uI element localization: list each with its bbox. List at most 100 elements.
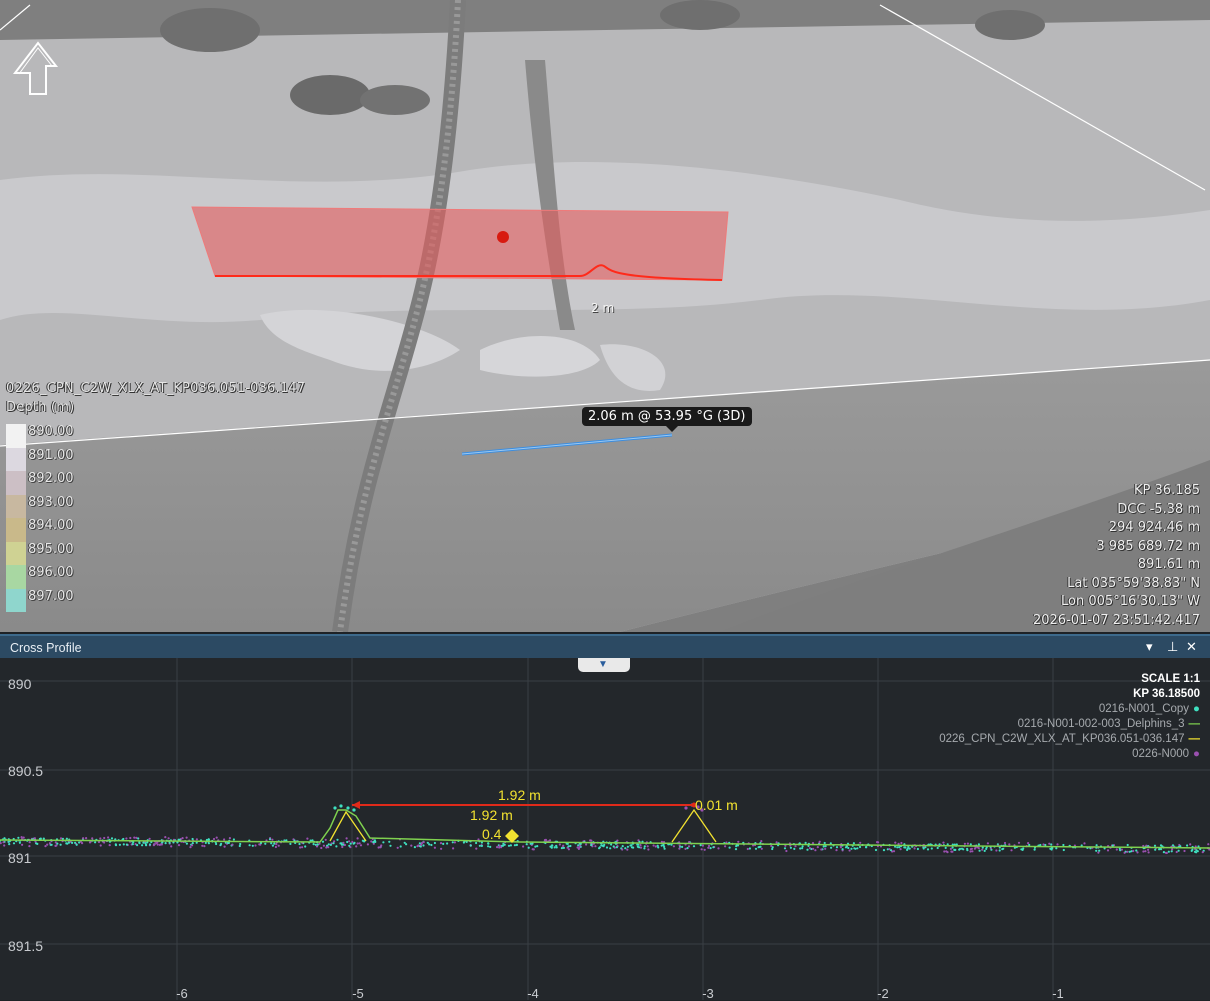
chevron-down-icon[interactable]: ▾: [1146, 639, 1153, 655]
pin-icon[interactable]: ⊥: [1167, 639, 1178, 655]
sounding-point: [578, 846, 581, 849]
sounding-point: [612, 845, 615, 848]
y-tick-label: 890: [8, 676, 32, 692]
legend-item[interactable]: 0216-N001_Copy ●: [939, 702, 1200, 717]
sounding-point: [974, 846, 977, 849]
sounding-point: [273, 842, 276, 845]
sounding-point: [353, 841, 356, 844]
sounding-point: [396, 846, 399, 849]
sounding-point: [122, 837, 125, 841]
sounding-point: [304, 845, 307, 848]
close-icon[interactable]: ✕: [1186, 639, 1197, 655]
north-arrow-icon[interactable]: [10, 38, 60, 98]
sounding-point: [212, 837, 216, 841]
sounding-point: [433, 846, 436, 849]
sounding-point: [201, 844, 204, 847]
sounding-point: [576, 846, 579, 849]
sounding-point: [133, 836, 136, 839]
sounding-point: [684, 847, 687, 850]
sounding-point: [590, 839, 593, 842]
sounding-point: [1062, 848, 1065, 852]
sounding-point: [1201, 851, 1204, 854]
sounding-point: [322, 844, 325, 847]
sounding-point: [122, 843, 125, 846]
sounding-point: [892, 850, 896, 853]
sounding-point: [888, 848, 891, 851]
sounding-point: [410, 844, 413, 847]
legend-row: 893.00: [6, 494, 86, 518]
sounding-point: [1142, 850, 1145, 853]
sounding-point: [99, 844, 102, 847]
terrain-surface[interactable]: [0, 0, 1210, 632]
scale-label: SCALE 1:1: [1141, 673, 1200, 685]
sounding-point: [1033, 848, 1036, 851]
sounding-point: [814, 849, 817, 852]
sounding-point: [0, 842, 2, 845]
sounding-point: [916, 847, 920, 851]
depth-legend: 890.00 891.00 892.00 893.00 894.00 895.00 896.…: [6, 424, 86, 612]
legend-label: 895.00: [28, 541, 74, 557]
sounding-point: [223, 838, 226, 841]
sounding-point: [238, 844, 241, 848]
legend-swatch: [6, 447, 26, 471]
legend-item-name: 0226_CPN_C2W_XLX_AT_KP036.051-036.147: [939, 733, 1185, 745]
sounding-point: [775, 841, 778, 844]
sounding-point: [442, 842, 445, 845]
sounding-point: [1153, 844, 1157, 847]
collapse-button[interactable]: ▼: [578, 658, 630, 672]
sounding-point: [981, 848, 984, 851]
sounding-point: [131, 843, 134, 846]
sounding-point: [420, 843, 423, 846]
sounding-point: [299, 846, 302, 849]
sounding-point: [735, 845, 738, 848]
sounding-point: [28, 845, 31, 848]
sounding-point: [223, 845, 226, 848]
sounding-point: [626, 845, 630, 848]
sounding-point: [469, 844, 472, 847]
sounding-point: [144, 843, 148, 846]
sounding-point: [268, 838, 272, 841]
sounding-point: [91, 837, 94, 840]
sounding-point: [108, 844, 111, 847]
sounding-point: [137, 837, 140, 840]
sounding-point: [65, 837, 68, 840]
legend-item-mark: —: [1188, 733, 1201, 745]
sounding-point: [771, 847, 774, 851]
sounding-point: [672, 845, 676, 848]
sounding-point: [998, 849, 1001, 852]
sounding-point: [943, 850, 946, 853]
legend-item[interactable]: 0216-N001-002-003_Delphins_3—: [939, 717, 1200, 732]
sounding-point: [22, 836, 25, 839]
sounding-point: [824, 845, 827, 848]
cross-profile-chart[interactable]: ▼ 890 890.5 891 891.5 -6 -5 -4 -3 -2 -1 …: [0, 658, 1210, 1001]
legend-item[interactable]: 0226-N000 ●: [939, 747, 1200, 762]
y-tick-label: 890.5: [8, 763, 44, 779]
sounding-point: [646, 845, 649, 848]
sounding-point: [529, 842, 532, 845]
legend-item-mark: —: [1188, 718, 1201, 730]
sounding-point: [363, 840, 366, 843]
3d-viewport[interactable]: 2 m 2.06 m @ 53.95 °G (3D) 0226_CPN_C2W_…: [0, 0, 1210, 632]
sounding-point: [1147, 848, 1150, 851]
sounding-point: [336, 838, 339, 841]
sounding-point: [785, 849, 788, 853]
sounding-point: [379, 846, 382, 849]
sounding-point: [859, 841, 862, 844]
sounding-point: [487, 845, 490, 848]
legend-swatch: [6, 424, 26, 448]
sounding-point: [17, 836, 20, 839]
sounding-point: [1193, 850, 1197, 853]
sounding-point: [854, 847, 857, 850]
sounding-point: [327, 843, 330, 846]
sounding-point: [440, 847, 443, 850]
sounding-point: [865, 846, 868, 849]
legend-item[interactable]: 0226_CPN_C2W_XLX_AT_KP036.051-036.147—: [939, 732, 1200, 747]
sounding-point: [21, 843, 24, 846]
sounding-point: [899, 848, 902, 851]
legend-row: 896.00: [6, 565, 86, 589]
sounding-point: [534, 845, 537, 848]
sounding-point: [475, 847, 478, 850]
sounding-point: [856, 847, 859, 850]
sounding-point: [639, 846, 643, 849]
sounding-point: [754, 847, 758, 850]
